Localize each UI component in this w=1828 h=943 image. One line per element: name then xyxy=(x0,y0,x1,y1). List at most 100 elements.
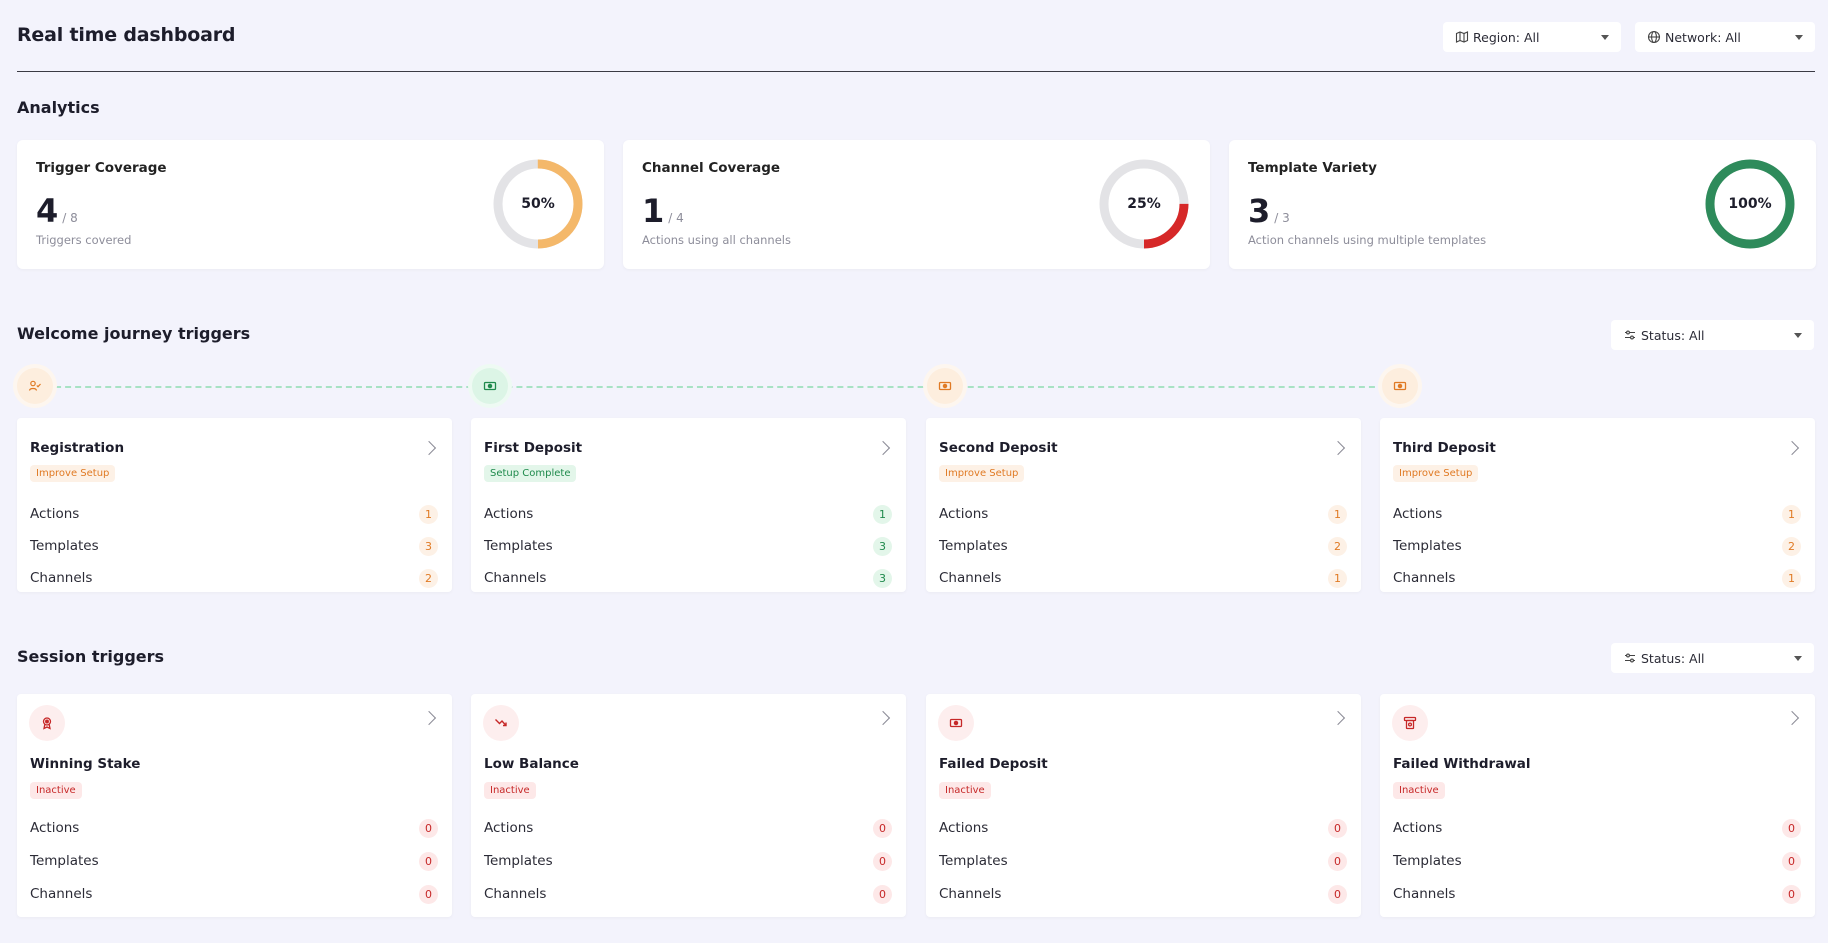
cash-icon xyxy=(938,705,974,741)
metric-total: / 3 xyxy=(1274,211,1290,225)
templates-label: Templates xyxy=(484,538,553,554)
trigger-card-title: Second Deposit xyxy=(939,440,1058,456)
welcome-status-select[interactable]: Status: All xyxy=(1611,320,1814,350)
trigger-card-winning-stake[interactable]: Winning Stake Inactive Actions 0 Template… xyxy=(17,694,452,917)
chevron-down-icon xyxy=(1795,35,1803,40)
templates-label: Templates xyxy=(30,853,99,869)
cash-icon xyxy=(1393,381,1407,391)
channels-count: 3 xyxy=(873,568,892,588)
chevron-right-icon[interactable] xyxy=(421,710,437,726)
region-select[interactable]: Region: All xyxy=(1443,22,1621,52)
metric-total: / 4 xyxy=(668,211,684,225)
award-icon xyxy=(29,705,65,741)
cash-icon xyxy=(483,381,497,391)
chevron-right-icon[interactable] xyxy=(1330,440,1346,456)
filter-icon xyxy=(1623,651,1637,665)
metric-title: Template Variety xyxy=(1248,160,1377,176)
donut-percent: 25% xyxy=(1127,196,1161,212)
templates-row: Templates 0 xyxy=(1393,850,1801,872)
journey-node-registration xyxy=(17,368,53,404)
channels-count: 1 xyxy=(1782,568,1801,588)
trigger-card-failed-withdrawal[interactable]: Failed Withdrawal Inactive Actions 0 Temp… xyxy=(1380,694,1815,917)
user-check-icon xyxy=(28,380,41,391)
channels-row: Channels 1 xyxy=(939,567,1347,589)
status-select-label: Status: All xyxy=(1641,650,1705,666)
chevron-right-icon[interactable] xyxy=(421,440,437,456)
templates-count: 0 xyxy=(873,851,892,871)
channels-label: Channels xyxy=(939,570,1002,586)
templates-row: Templates 0 xyxy=(939,850,1347,872)
channels-label: Channels xyxy=(1393,570,1456,586)
chevron-right-icon[interactable] xyxy=(1330,710,1346,726)
journey-node-first-deposit xyxy=(472,368,508,404)
templates-count: 0 xyxy=(419,851,438,871)
trigger-card-title: Failed Withdrawal xyxy=(1393,756,1531,772)
chevron-right-icon[interactable] xyxy=(875,710,891,726)
journey-connector-line xyxy=(35,386,1395,388)
welcome-section-title: Welcome journey triggers xyxy=(17,324,251,343)
templates-row: Templates 3 xyxy=(30,535,438,557)
metric-title: Trigger Coverage xyxy=(36,160,167,176)
metric-card-template-variety: Template Variety 3 / 3 Action channels u… xyxy=(1229,140,1816,269)
metric-title: Channel Coverage xyxy=(642,160,781,176)
templates-row: Templates 2 xyxy=(939,535,1347,557)
analytics-title: Analytics xyxy=(17,98,100,117)
templates-label: Templates xyxy=(30,538,99,554)
trigger-card-first-deposit[interactable]: First Deposit Setup Complete Actions 1 Te… xyxy=(471,418,906,592)
globe-icon xyxy=(1647,30,1661,44)
actions-count: 1 xyxy=(873,504,892,524)
channels-row: Channels 1 xyxy=(1393,567,1801,589)
metric-value: 1 / 4 xyxy=(642,192,684,230)
templates-label: Templates xyxy=(1393,853,1462,869)
channels-label: Channels xyxy=(1393,886,1456,902)
trigger-card-title: Failed Deposit xyxy=(939,756,1048,772)
session-status-select[interactable]: Status: All xyxy=(1611,643,1814,673)
metric-subtitle: Action channels using multiple templates xyxy=(1248,233,1487,247)
trigger-card-second-deposit[interactable]: Second Deposit Improve Setup Actions 1 Te… xyxy=(926,418,1361,592)
channels-row: Channels 0 xyxy=(1393,883,1801,905)
metric-total: / 8 xyxy=(62,211,78,225)
status-select-label: Status: All xyxy=(1641,327,1705,343)
channels-count: 0 xyxy=(1328,884,1347,904)
actions-row: Actions 1 xyxy=(939,503,1347,525)
status-badge: Improve Setup xyxy=(30,465,116,482)
actions-label: Actions xyxy=(30,820,80,836)
actions-count: 0 xyxy=(419,818,438,838)
actions-label: Actions xyxy=(1393,506,1443,522)
chevron-right-icon[interactable] xyxy=(1784,710,1800,726)
actions-row: Actions 0 xyxy=(30,817,438,839)
trigger-card-failed-deposit[interactable]: Failed Deposit Inactive Actions 0 Templat… xyxy=(926,694,1361,917)
network-select[interactable]: Network: All xyxy=(1635,22,1815,52)
chevron-right-icon[interactable] xyxy=(875,440,891,456)
metric-subtitle: Actions using all channels xyxy=(642,233,791,247)
trigger-card-registration[interactable]: Registration Improve Setup Actions 1 Temp… xyxy=(17,418,452,592)
templates-label: Templates xyxy=(939,538,1008,554)
actions-count: 1 xyxy=(1782,504,1801,524)
donut-percent: 50% xyxy=(521,196,555,212)
trigger-card-title: Registration xyxy=(30,440,125,456)
chevron-down-icon xyxy=(1794,656,1802,661)
actions-label: Actions xyxy=(484,820,534,836)
chevron-right-icon[interactable] xyxy=(1784,440,1800,456)
trigger-card-title: Low Balance xyxy=(484,756,579,772)
templates-count: 2 xyxy=(1328,536,1347,556)
status-badge: Setup Complete xyxy=(484,465,577,482)
actions-count: 0 xyxy=(873,818,892,838)
status-badge: Improve Setup xyxy=(1393,465,1479,482)
status-badge: Inactive xyxy=(939,782,991,799)
actions-row: Actions 0 xyxy=(1393,817,1801,839)
chevron-down-icon xyxy=(1794,333,1802,338)
channels-row: Channels 2 xyxy=(30,567,438,589)
map-icon xyxy=(1455,30,1469,44)
channels-count: 1 xyxy=(1328,568,1347,588)
region-select-label: Region: All xyxy=(1473,29,1540,45)
trigger-card-low-balance[interactable]: Low Balance Inactive Actions 0 Templates 0… xyxy=(471,694,906,917)
templates-label: Templates xyxy=(939,853,1008,869)
chevron-down-icon xyxy=(1601,35,1609,40)
network-select-label: Network: All xyxy=(1665,29,1741,45)
actions-label: Actions xyxy=(30,506,80,522)
channels-label: Channels xyxy=(484,570,547,586)
donut-percent: 100% xyxy=(1728,196,1772,212)
trigger-card-third-deposit[interactable]: Third Deposit Improve Setup Actions 1 Tem… xyxy=(1380,418,1815,592)
templates-row: Templates 0 xyxy=(484,850,892,872)
